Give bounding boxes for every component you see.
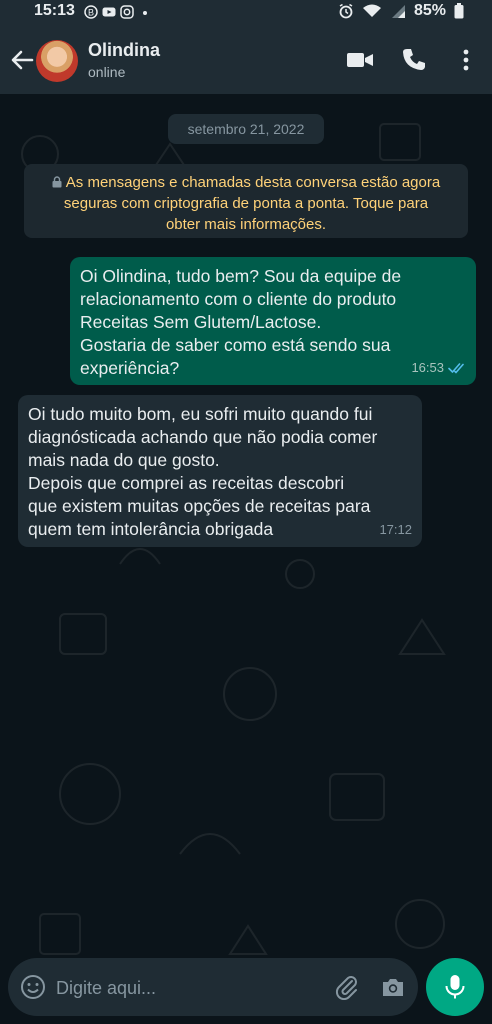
contact-avatar[interactable] (36, 40, 78, 82)
camera-icon[interactable] (380, 974, 406, 1000)
encryption-notice-line: As mensagens e chamadas desta conversa e… (65, 174, 441, 191)
signal-icon (391, 5, 405, 18)
outgoing-message-bubble[interactable]: Oi Olindina, tudo bem? Sou da equipe de … (70, 257, 476, 385)
contact-status: online (88, 64, 126, 80)
message-text-line: mais nada do que gosto. (28, 450, 220, 470)
encryption-notice-line: seguras com criptografia de ponta a pont… (63, 195, 429, 212)
attach-icon[interactable] (334, 974, 360, 1000)
voice-call-icon[interactable] (400, 46, 428, 74)
video-call-icon[interactable] (346, 46, 374, 74)
message-time: 17:12 (379, 522, 412, 537)
status-system-icons: 85% (338, 2, 464, 20)
youtube-icon (102, 7, 116, 17)
date-chip: setembro 21, 2022 (168, 114, 324, 144)
message-text-line: relacionamento com o cliente do produto (80, 289, 397, 309)
voice-message-button[interactable] (426, 958, 484, 1016)
message-text-line: quem tem intolerância obrigada (28, 519, 274, 539)
message-meta: 17:12 (379, 518, 412, 541)
message-text-line: experiência? (80, 358, 180, 378)
message-text-line: diagnósticada achando que não podia come… (28, 427, 378, 447)
message-text-line: Depois que comprei as receitas descobri (28, 473, 345, 493)
encryption-notice[interactable]: As mensagens e chamadas desta conversa e… (24, 164, 468, 238)
message-text-line: que existem muitas opções de receitas pa… (28, 496, 371, 516)
lock-icon (52, 176, 62, 188)
contact-name[interactable]: Olindina (88, 40, 160, 61)
read-ticks-icon (448, 362, 464, 373)
message-composer (8, 958, 418, 1016)
message-text-line: Oi Olindina, tudo bem? Sou da equipe de (80, 266, 402, 286)
incoming-message-bubble[interactable]: Oi tudo muito bom, eu sofri muito quando… (18, 395, 422, 547)
mic-icon (445, 975, 465, 999)
back-arrow-icon[interactable] (8, 46, 36, 74)
message-meta: 16:53 (411, 356, 466, 379)
status-notification-icons: B (84, 5, 152, 19)
instagram-icon (120, 5, 134, 19)
emoji-icon[interactable] (20, 974, 46, 1000)
battery-icon (454, 3, 464, 19)
message-text-line: Oi tudo muito bom, eu sofri muito quando… (28, 404, 373, 424)
dot-icon (143, 11, 147, 15)
message-text-line: Receitas Sem Glutem/Lactose. (80, 312, 322, 332)
chat-header: Olindina online (0, 26, 492, 94)
message-input[interactable] (54, 972, 328, 1004)
svg-text:B: B (88, 8, 94, 18)
more-options-icon[interactable] (452, 46, 480, 74)
message-time: 16:53 (411, 360, 444, 375)
message-text-line: Gostaria de saber como está sendo sua (80, 335, 391, 355)
b-icon: B (84, 5, 98, 19)
battery-percentage: 85% (413, 2, 446, 19)
status-time: 15:13 (34, 2, 75, 19)
encryption-notice-line: obter mais informações. (165, 216, 327, 233)
wifi-icon (362, 4, 381, 17)
chat-screen: 15:13 B 85% Olindina online setembro 21,… (0, 0, 492, 1024)
alarm-icon (339, 3, 353, 19)
status-bar: 15:13 B 85% (0, 0, 492, 26)
